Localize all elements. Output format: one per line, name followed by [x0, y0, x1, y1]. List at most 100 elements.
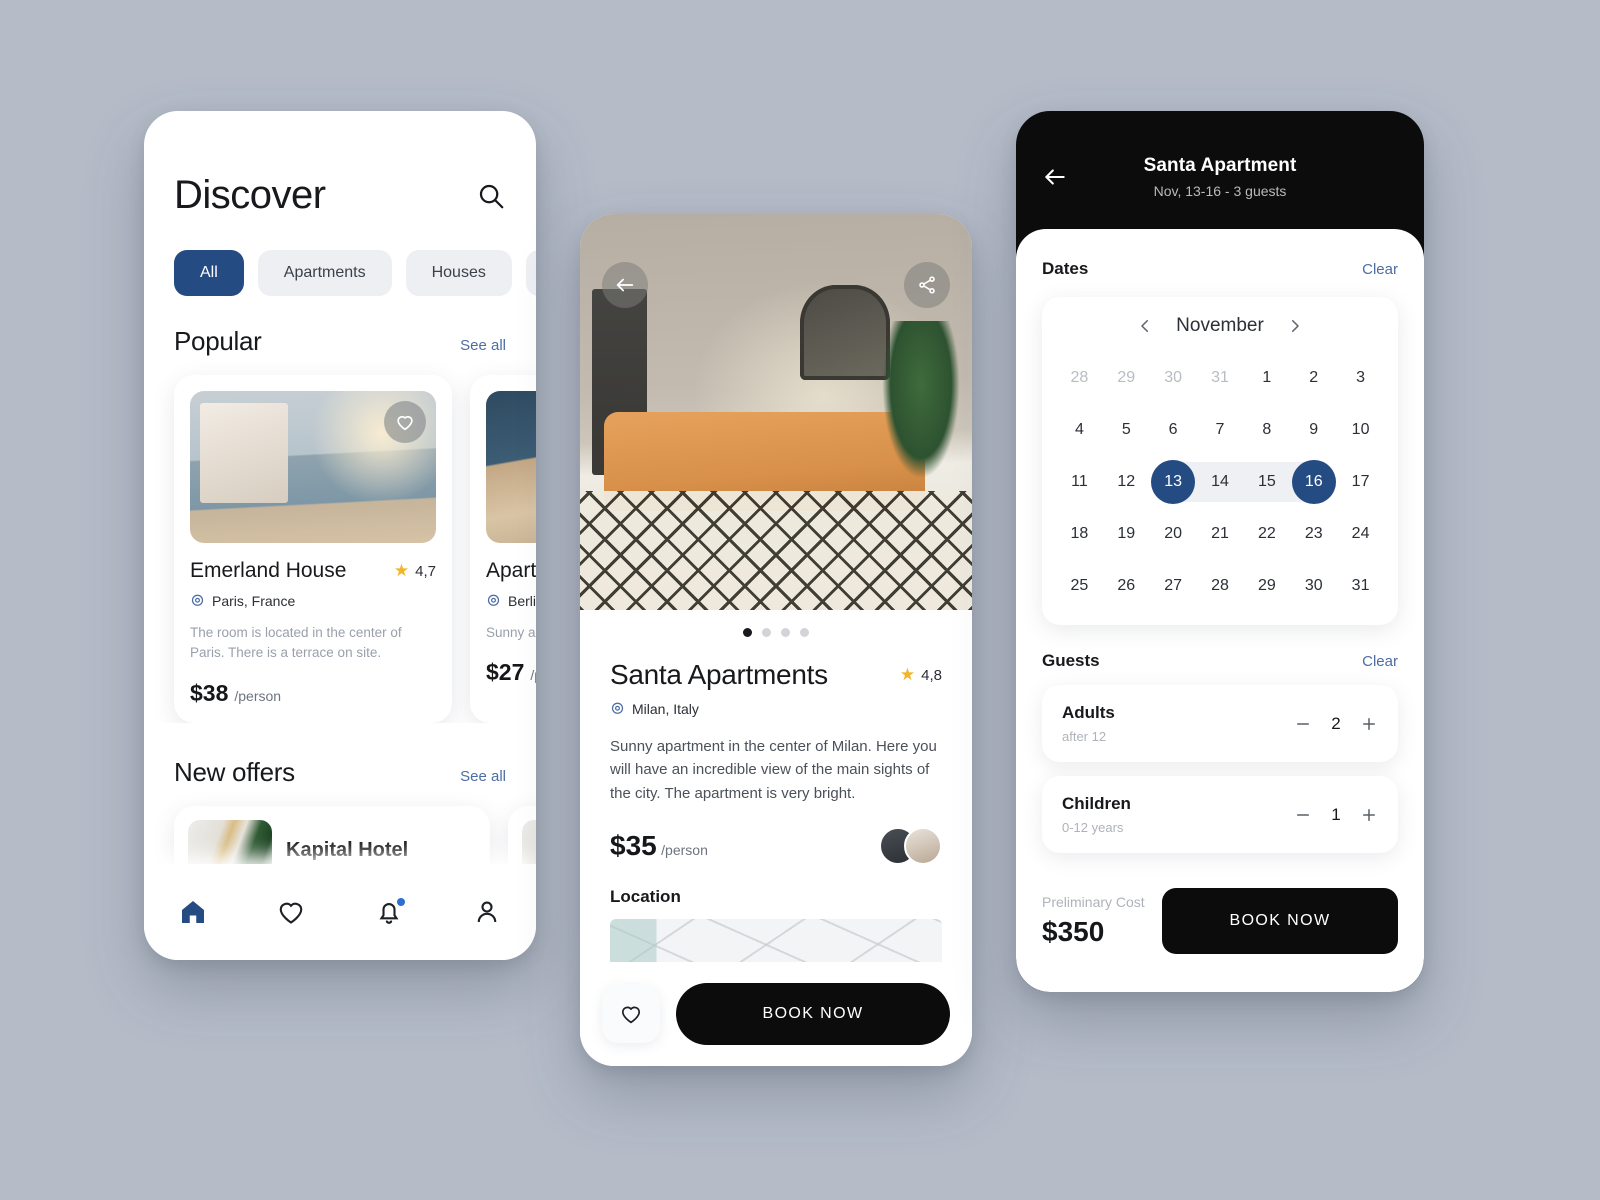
chip-overflow[interactable]	[525, 250, 536, 296]
calendar-day[interactable]: 29	[1243, 563, 1290, 609]
book-now-button[interactable]: BOOK NOW	[676, 983, 950, 1045]
detail-body: Santa Apartments ★ 4,8 Milan, Italy Sunn…	[580, 637, 972, 977]
chip-houses[interactable]: Houses	[405, 250, 512, 296]
offer-name: Kapital Hotel	[286, 839, 409, 861]
phone-booking-screen: Santa Apartment Nov, 13-16 - 3 guests Da…	[1016, 111, 1424, 992]
decrement-button[interactable]	[1294, 715, 1312, 733]
property-price-unit: /person	[234, 687, 282, 704]
calendar-day[interactable]: 5	[1103, 407, 1150, 453]
phone-discover-screen: Discover All Apartments Houses Popular S…	[144, 111, 536, 960]
calendar-day[interactable]: 17	[1337, 459, 1384, 505]
heart-icon[interactable]	[384, 401, 426, 443]
carousel-dot[interactable]	[743, 628, 752, 637]
calendar-day[interactable]: 19	[1103, 511, 1150, 557]
host-avatars[interactable]	[879, 826, 942, 865]
detail-rating: ★ 4,8	[900, 665, 942, 685]
property-name-row: Emerland House ★ 4,7	[190, 559, 436, 583]
location-pin-icon	[486, 594, 501, 609]
calendar-day[interactable]: 31	[1197, 355, 1244, 401]
new-offers-title: New offers	[174, 756, 295, 787]
calendar-day[interactable]: 13	[1150, 459, 1197, 505]
calendar-day[interactable]: 30	[1290, 563, 1337, 609]
cost-value: $350	[1042, 916, 1105, 947]
chevron-right-icon[interactable]	[1286, 317, 1304, 335]
calendar-day[interactable]: 14	[1196, 459, 1244, 505]
property-card[interactable]: Apartm Berlin, Sunny apa Berlin. Her $27…	[470, 375, 536, 723]
tab-notifications-bell-icon[interactable]	[374, 897, 405, 927]
chevron-left-icon[interactable]	[1136, 317, 1154, 335]
calendar-day[interactable]: 16	[1290, 459, 1337, 505]
calendar-day[interactable]: 18	[1056, 511, 1103, 557]
property-description: Sunny apa Berlin. Her	[486, 625, 536, 640]
booking-header-text: Santa Apartment Nov, 13-16 - 3 guests	[1068, 155, 1372, 199]
calendar-day[interactable]: 7	[1197, 407, 1244, 453]
discover-header: Discover	[144, 111, 536, 218]
guest-stepper[interactable]: 1	[1294, 805, 1378, 825]
property-price: $27	[486, 659, 525, 686]
guest-stepper[interactable]: 2	[1294, 714, 1378, 734]
calendar-day[interactable]: 31	[1337, 563, 1384, 609]
chip-all[interactable]: All	[174, 250, 244, 296]
calendar-day[interactable]: 10	[1337, 407, 1384, 453]
increment-button[interactable]	[1360, 806, 1378, 824]
carousel-dot[interactable]	[800, 628, 809, 637]
calendar-day[interactable]: 1	[1243, 355, 1290, 401]
calendar-day[interactable]: 22	[1243, 511, 1290, 557]
tab-profile-person-icon[interactable]	[472, 897, 502, 927]
property-price-row: $38 /person	[190, 680, 436, 707]
calendar-day[interactable]: 23	[1290, 511, 1337, 557]
calendar-day[interactable]: 29	[1103, 355, 1150, 401]
tab-home-icon[interactable]	[178, 897, 208, 927]
guest-count-value: 1	[1331, 804, 1341, 824]
calendar-day[interactable]: 12	[1103, 459, 1150, 505]
tab-favorites-heart-icon[interactable]	[276, 897, 306, 927]
popular-see-all[interactable]: See all	[460, 337, 506, 354]
calendar-day[interactable]: 6	[1150, 407, 1197, 453]
calendar-day[interactable]: 9	[1290, 407, 1337, 453]
detail-title: Santa Apartments	[610, 659, 828, 690]
avatar[interactable]	[904, 826, 942, 865]
popular-card-rail[interactable]: Emerland House ★ 4,7 Paris, France The r…	[144, 357, 536, 723]
detail-footer: BOOK NOW	[580, 962, 972, 1066]
back-icon[interactable]	[602, 262, 648, 308]
calendar-day[interactable]: 8	[1243, 407, 1290, 453]
carousel-dots[interactable]	[580, 610, 972, 637]
dates-clear-button[interactable]: Clear	[1362, 261, 1398, 278]
guest-type-name: Adults	[1062, 703, 1115, 722]
property-card[interactable]: Emerland House ★ 4,7 Paris, France The r…	[174, 375, 452, 723]
decrement-button[interactable]	[1294, 806, 1312, 824]
detail-rating-value: 4,8	[921, 666, 942, 684]
carousel-dot[interactable]	[781, 628, 790, 637]
calendar-day[interactable]: 15	[1243, 459, 1291, 505]
bottom-tab-bar[interactable]	[144, 864, 536, 960]
calendar-day[interactable]: 30	[1150, 355, 1197, 401]
calendar-day[interactable]: 27	[1150, 563, 1197, 609]
calendar-day[interactable]: 25	[1056, 563, 1103, 609]
favorite-heart-icon[interactable]	[602, 985, 660, 1043]
new-offers-see-all[interactable]: See all	[460, 768, 506, 785]
share-icon[interactable]	[904, 262, 950, 308]
popular-title: Popular	[174, 326, 262, 356]
calendar-day[interactable]: 3	[1337, 355, 1384, 401]
back-icon[interactable]	[1042, 164, 1068, 190]
chip-apartments[interactable]: Apartments	[257, 250, 392, 296]
calendar-day[interactable]: 11	[1056, 459, 1103, 505]
calendar-day[interactable]: 26	[1103, 563, 1150, 609]
calendar-day[interactable]: 20	[1150, 511, 1197, 557]
category-chip-row[interactable]: All Apartments Houses	[144, 218, 536, 296]
increment-button[interactable]	[1360, 715, 1378, 733]
booking-header: Santa Apartment Nov, 13-16 - 3 guests	[1016, 111, 1424, 243]
carousel-dot[interactable]	[762, 628, 771, 637]
calendar-day[interactable]: 2	[1290, 355, 1337, 401]
page-title: Discover	[174, 173, 326, 217]
calendar-grid[interactable]: 28 29 30 31 1 2 3 4 5 6 7 8 9 10 11 12 13 14 15 16 17 18 19 20 2…	[1056, 355, 1384, 609]
calendar-day[interactable]: 24	[1337, 511, 1384, 557]
search-icon[interactable]	[476, 181, 506, 211]
book-now-button[interactable]: BOOK NOW	[1162, 888, 1398, 954]
calendar-day[interactable]: 4	[1056, 407, 1103, 453]
property-image	[190, 391, 436, 543]
guests-clear-button[interactable]: Clear	[1362, 653, 1398, 670]
calendar-day[interactable]: 28	[1197, 563, 1244, 609]
calendar-day[interactable]: 21	[1197, 511, 1244, 557]
calendar-day[interactable]: 28	[1056, 355, 1103, 401]
